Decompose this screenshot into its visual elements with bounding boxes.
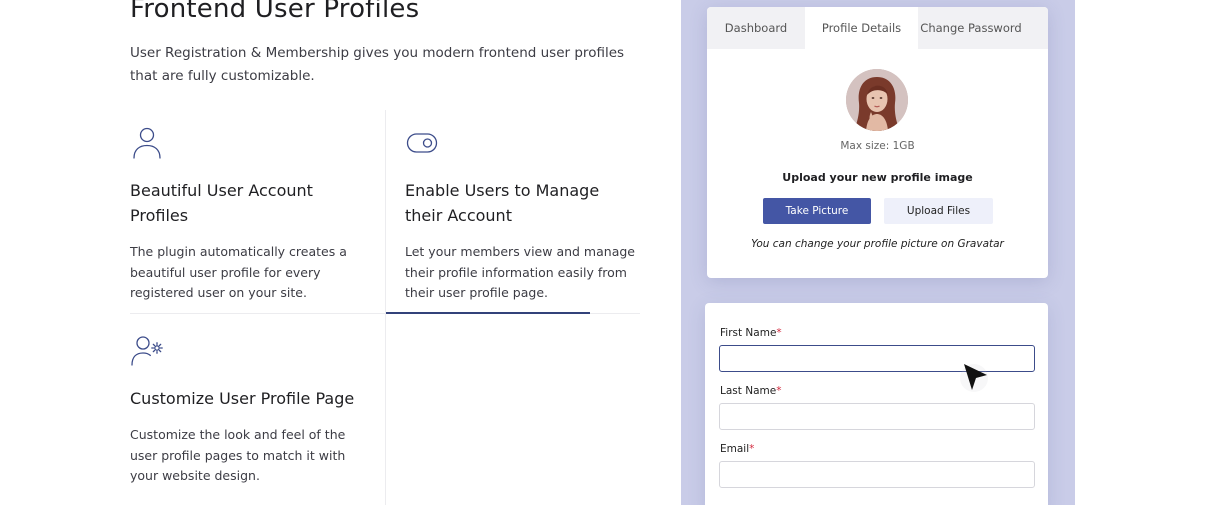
avatar-photo xyxy=(846,69,908,131)
user-icon xyxy=(133,127,161,159)
profile-card: Dashboard Profile Details Change Passwor… xyxy=(707,7,1048,278)
features-grid-vertical-divider xyxy=(385,110,386,505)
page-subtitle: User Registration & Membership gives you… xyxy=(130,45,625,84)
tab-profile-details[interactable]: Profile Details xyxy=(805,7,918,49)
feature-title: Beautiful User Account Profiles xyxy=(130,181,313,225)
required-mark: * xyxy=(749,443,755,455)
feature-description: Customize the look and feel of the user … xyxy=(130,427,346,483)
toggle-icon xyxy=(406,133,438,153)
profile-tabs: Dashboard Profile Details Change Passwor… xyxy=(707,7,1048,49)
take-picture-button[interactable]: Take Picture xyxy=(763,198,871,224)
registration-form: First Name* Last Name* Email* xyxy=(705,303,1048,505)
page-title: Frontend User Profiles xyxy=(130,0,420,24)
feature-title: Enable Users to Manage their Account xyxy=(405,181,600,225)
user-settings-icon xyxy=(131,336,163,366)
max-size-note: Max size: 1GB xyxy=(840,140,915,152)
email-input[interactable] xyxy=(719,461,1035,488)
feature-manage-account: Enable Users to Manage their Account Let… xyxy=(405,126,635,304)
tab-dashboard[interactable]: Dashboard xyxy=(707,7,805,49)
gravatar-note: You can change your profile picture on G… xyxy=(751,238,1004,250)
required-mark: * xyxy=(776,385,782,397)
avatar[interactable] xyxy=(846,69,908,131)
last-name-input[interactable] xyxy=(719,403,1035,430)
feature-description: Let your members view and manage their p… xyxy=(405,244,635,300)
feature-description: The plugin automatically creates a beaut… xyxy=(130,244,347,300)
last-name-label: Last Name* xyxy=(720,385,782,397)
first-name-label: First Name* xyxy=(720,327,782,339)
feature-account-profiles: Beautiful User Account Profiles The plug… xyxy=(130,126,365,304)
tab-change-password[interactable]: Change Password xyxy=(918,7,1024,49)
upload-title: Upload your new profile image xyxy=(782,171,973,184)
feature-title: Customize User Profile Page xyxy=(130,389,355,408)
mouse-pointer-icon xyxy=(960,364,988,392)
email-label: Email* xyxy=(720,443,755,455)
feature-customize-profile: Customize User Profile Page Customize th… xyxy=(130,334,375,487)
features-grid-active-indicator xyxy=(386,312,590,314)
required-mark: * xyxy=(776,327,782,339)
upload-files-button[interactable]: Upload Files xyxy=(884,198,993,224)
